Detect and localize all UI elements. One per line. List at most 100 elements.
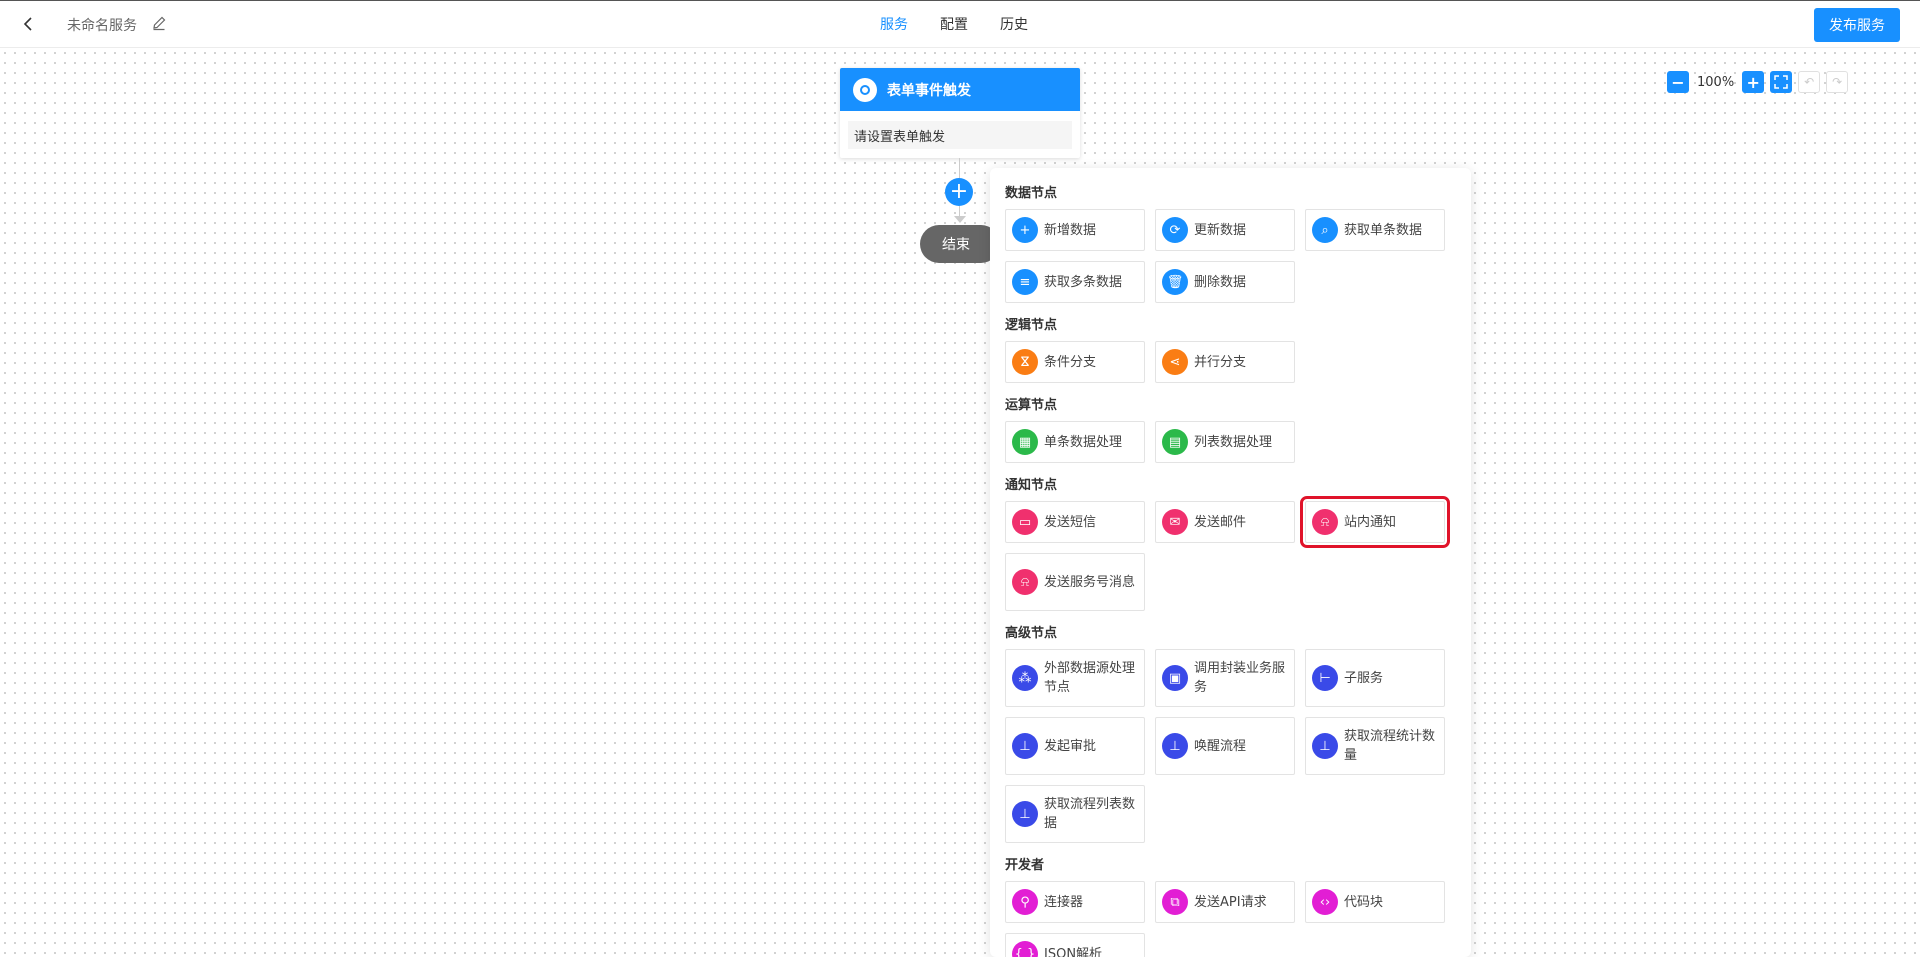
node-item[interactable]: 🗑 删除数据	[1155, 261, 1295, 303]
node-item-label: 删除数据	[1194, 274, 1247, 290]
node-item-label: 外部数据源处理节点	[1044, 661, 1136, 695]
code-icon: ‹›	[1312, 889, 1338, 915]
message-icon: ▭	[1012, 509, 1038, 535]
search-icon: ⌕	[1312, 217, 1338, 243]
fullscreen-icon[interactable]	[1770, 71, 1793, 93]
bell-icon: ⍾	[1012, 569, 1038, 595]
node-item-label: 获取多条数据	[1044, 274, 1123, 290]
share-icon: ⋖	[1162, 349, 1188, 375]
node-item[interactable]: ⚲ 连接器	[1005, 881, 1145, 923]
end-node: 结束	[920, 225, 1000, 263]
node-grid: ⴵ 条件分支 ⋖ 并行分支	[1005, 341, 1455, 383]
node-item[interactable]: ⴵ 条件分支	[1005, 341, 1145, 383]
center-tabs: 服务 配置 历史	[880, 14, 1060, 34]
package-icon: ▣	[1162, 665, 1188, 691]
node-item[interactable]: ⍾ 发送服务号消息	[1005, 553, 1145, 611]
stamp-icon: ⊥	[1162, 733, 1188, 759]
stamp-icon: ⊥	[1012, 733, 1038, 759]
tab-history[interactable]: 历史	[1000, 14, 1028, 34]
node-item-label: 子服务	[1344, 670, 1384, 686]
node-item[interactable]: ⧉ 发送API请求	[1155, 881, 1295, 923]
node-item-label: 获取流程统计数量	[1344, 729, 1436, 763]
target-icon	[853, 77, 877, 102]
node-item-label: 发送邮件	[1194, 514, 1247, 530]
undo-icon[interactable]: ↶	[1798, 71, 1821, 93]
node-grid: ⁂ 外部数据源处理节点 ▣ 调用封装业务服务 ⊢ 子服务 ⊥ 发起审批 ⊥ 唤醒流程 ⊥ 获取流程统计…	[1005, 649, 1455, 843]
node-item[interactable]: ⌕ 获取单条数据	[1305, 209, 1445, 251]
plus-icon: +	[1012, 217, 1038, 243]
node-item-label: 调用封装业务服务	[1194, 661, 1286, 695]
trigger-node[interactable]: 表单事件触发 请设置表单触发	[840, 68, 1080, 158]
datasource-icon: ⁂	[1012, 665, 1038, 691]
node-item[interactable]: ⊥ 发起审批	[1005, 717, 1145, 775]
node-grid: ⚲ 连接器 ⧉ 发送API请求 ‹› 代码块 { } JSON解析	[1005, 881, 1455, 957]
node-item[interactable]: ⊢ 子服务	[1305, 649, 1445, 707]
back-arrow-icon[interactable]	[18, 13, 40, 35]
node-item[interactable]: ⋖ 并行分支	[1155, 341, 1295, 383]
node-item-label: 连接器	[1044, 894, 1084, 910]
zoom-out-button[interactable]: −	[1667, 71, 1689, 93]
node-item[interactable]: ✉ 发送邮件	[1155, 501, 1295, 543]
tab-config[interactable]: 配置	[940, 14, 968, 34]
list-icon: ▤	[1162, 429, 1188, 455]
trigger-node-header: 表单事件触发	[840, 68, 1080, 111]
node-item-label: 列表数据处理	[1194, 434, 1273, 450]
node-item-label: 新增数据	[1044, 222, 1097, 238]
node-item[interactable]: ≡ 获取多条数据	[1005, 261, 1145, 303]
section-title: 数据节点	[1005, 186, 1058, 201]
api-icon: ⧉	[1162, 889, 1188, 915]
zoom-controls: − 100% + ↶ ↷	[1667, 71, 1854, 93]
node-item[interactable]: { } JSON解析	[1005, 933, 1145, 957]
service-name: 未命名服务	[67, 18, 137, 34]
node-item-label: 发送API请求	[1194, 894, 1267, 910]
node-item[interactable]: ⍾ 站内通知	[1300, 496, 1450, 548]
section-title: 逻辑节点	[1005, 318, 1058, 333]
node-item[interactable]: ▣ 调用封装业务服务	[1155, 649, 1295, 707]
trash-icon: 🗑	[1162, 269, 1188, 295]
redo-icon[interactable]: ↷	[1826, 71, 1849, 93]
subservice-icon: ⊢	[1312, 665, 1338, 691]
node-item[interactable]: ⊥ 获取流程统计数量	[1305, 717, 1445, 775]
edit-pencil-icon[interactable]	[151, 15, 167, 31]
tab-service[interactable]: 服务	[880, 14, 908, 34]
node-item[interactable]: + 新增数据	[1005, 209, 1145, 251]
node-item[interactable]: ⊥ 获取流程列表数据	[1005, 785, 1145, 843]
bell-icon: ⍾	[1312, 509, 1338, 535]
section-title: 高级节点	[1005, 626, 1058, 641]
zoom-level: 100%	[1697, 74, 1735, 90]
calculator-icon: ▦	[1012, 429, 1038, 455]
node-item-label: 获取流程列表数据	[1044, 797, 1136, 831]
node-item[interactable]: ⁂ 外部数据源处理节点	[1005, 649, 1145, 707]
node-grid: + 新增数据 ⟳ 更新数据 ⌕ 获取单条数据 ≡ 获取多条数据 🗑 删除数据	[1005, 209, 1455, 303]
node-item[interactable]: ⊥ 唤醒流程	[1155, 717, 1295, 775]
node-item[interactable]: ‹› 代码块	[1305, 881, 1445, 923]
node-item[interactable]: ▭ 发送短信	[1005, 501, 1145, 543]
node-item[interactable]: ▦ 单条数据处理	[1005, 421, 1145, 463]
node-item-label: 唤醒流程	[1194, 738, 1247, 754]
node-item-label: 站内通知	[1344, 514, 1397, 530]
trigger-setting[interactable]: 请设置表单触发	[848, 121, 1072, 149]
link-icon: ⚲	[1012, 889, 1038, 915]
node-item[interactable]: ▤ 列表数据处理	[1155, 421, 1295, 463]
refresh-icon: ⟳	[1162, 217, 1188, 243]
zoom-in-button[interactable]: +	[1742, 71, 1765, 93]
add-node-button[interactable]: +	[945, 178, 973, 206]
section-title: 运算节点	[1005, 398, 1058, 413]
node-item-label: 发起审批	[1044, 738, 1097, 754]
node-item-label: JSON解析	[1044, 946, 1103, 957]
node-item-label: 并行分支	[1194, 354, 1247, 370]
node-grid: ▭ 发送短信 ✉ 发送邮件 ⍾ 站内通知 ⍾ 发送服务号消息	[1005, 496, 1455, 611]
branch-icon: ⴵ	[1012, 349, 1038, 375]
node-item-label: 更新数据	[1194, 222, 1247, 238]
stamp-icon: ⊥	[1312, 733, 1338, 759]
publish-service-button[interactable]: 发布服务	[1814, 8, 1900, 42]
node-item-label: 单条数据处理	[1044, 434, 1123, 450]
json-icon: { }	[1012, 941, 1038, 957]
node-picker-panel: 数据节点 + 新增数据 ⟳ 更新数据 ⌕ 获取单条数据 ≡ 获取多条数据 🗑 删除数据逻辑节点 ⴵ 条件…	[990, 168, 1471, 957]
list-search-icon: ≡	[1012, 269, 1038, 295]
node-item-label: 条件分支	[1044, 354, 1097, 370]
arrow-down-icon	[954, 216, 966, 223]
node-item[interactable]: ⟳ 更新数据	[1155, 209, 1295, 251]
node-item-label: 发送短信	[1044, 514, 1097, 530]
connector-line	[959, 158, 960, 178]
